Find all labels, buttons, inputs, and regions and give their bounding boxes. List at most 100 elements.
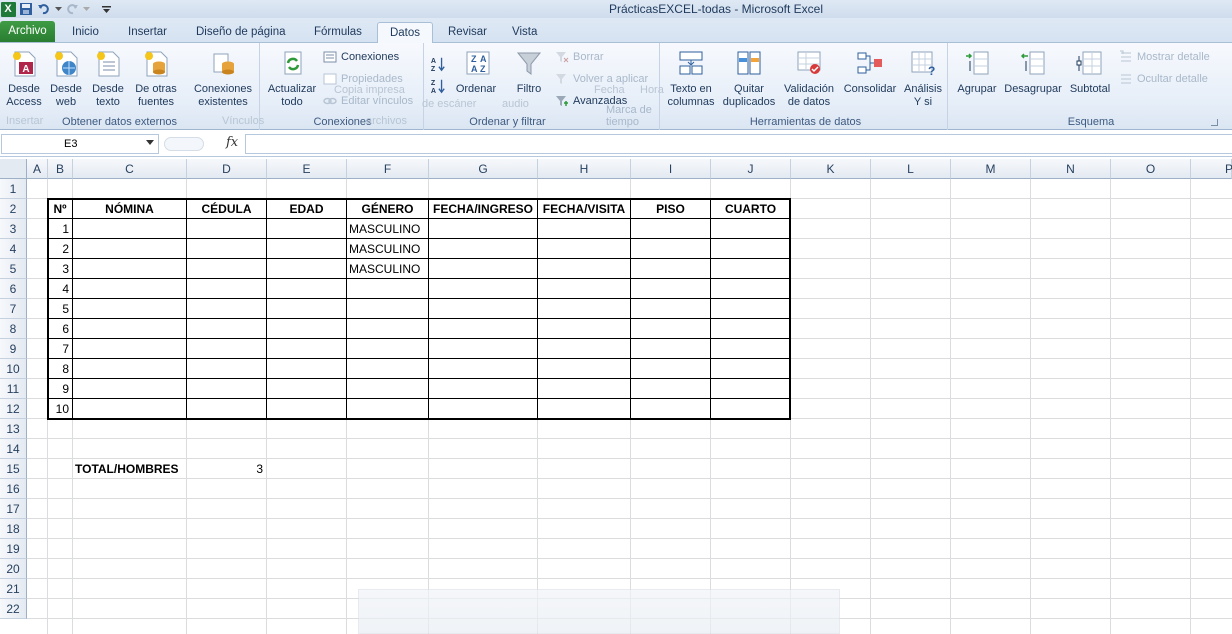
column-header-a[interactable]: A: [27, 159, 48, 179]
from-other-sources-button[interactable]: De otras fuentes: [130, 47, 182, 109]
formula-bar-resize-handle[interactable]: [164, 137, 204, 151]
show-detail-button[interactable]: Mostrar detalle: [1118, 48, 1210, 66]
cell-number[interactable]: 2: [48, 239, 72, 259]
column-header-i[interactable]: I: [631, 159, 711, 179]
cell-number[interactable]: 6: [48, 319, 72, 339]
column-header-d[interactable]: D: [187, 159, 267, 179]
row-header-3[interactable]: 3: [0, 219, 27, 239]
column-header-f[interactable]: F: [347, 159, 429, 179]
row-header-22[interactable]: 22: [0, 599, 27, 619]
header-cell-genero[interactable]: GÉNERO: [347, 199, 428, 219]
header-cell-nomina[interactable]: NÓMINA: [73, 199, 186, 219]
column-header-e[interactable]: E: [267, 159, 347, 179]
tab-datos[interactable]: Datos: [377, 22, 433, 44]
cell-number[interactable]: 1: [48, 219, 72, 239]
name-box-dropdown-icon[interactable]: [146, 140, 154, 145]
what-if-analysis-button[interactable]: ? Análisis Y si: [900, 47, 946, 109]
sort-za-button[interactable]: ZA: [430, 77, 449, 95]
from-text-button[interactable]: Desde texto: [88, 47, 128, 109]
header-cell-piso[interactable]: PISO: [631, 199, 710, 219]
cell-genero[interactable]: MASCULINO: [347, 219, 428, 239]
sort-button[interactable]: ZAAZ Ordenar: [452, 47, 500, 96]
total-hombres-value[interactable]: 3: [187, 459, 266, 479]
header-cell-edad[interactable]: EDAD: [267, 199, 346, 219]
row-header-21[interactable]: 21: [0, 579, 27, 599]
existing-connections-button[interactable]: Conexiones existentes: [188, 47, 258, 109]
column-header-n[interactable]: N: [1031, 159, 1111, 179]
row-header-7[interactable]: 7: [0, 299, 27, 319]
column-header-k[interactable]: K: [791, 159, 871, 179]
row-header-18[interactable]: 18: [0, 519, 27, 539]
cell-number[interactable]: 5: [48, 299, 72, 319]
clear-filter-button[interactable]: Borrar: [554, 48, 604, 66]
row-header-1[interactable]: 1: [0, 179, 27, 199]
tab-inicio[interactable]: Inicio: [64, 22, 107, 43]
subtotal-button[interactable]: Subtotal: [1064, 47, 1116, 96]
row-header-11[interactable]: 11: [0, 379, 27, 399]
select-all-corner[interactable]: [0, 159, 27, 179]
column-header-c[interactable]: C: [73, 159, 187, 179]
filter-button[interactable]: Filtro: [502, 47, 556, 96]
cell-number[interactable]: 10: [48, 399, 72, 419]
data-validation-button[interactable]: Validación de datos: [780, 47, 838, 109]
row-header-16[interactable]: 16: [0, 479, 27, 499]
column-header-l[interactable]: L: [871, 159, 951, 179]
row-header-15[interactable]: 15: [0, 459, 27, 479]
from-access-button[interactable]: A Desde Access: [4, 47, 44, 109]
column-header-g[interactable]: G: [429, 159, 538, 179]
dialog-launcher-icon[interactable]: [1211, 119, 1218, 126]
total-hombres-label[interactable]: TOTAL/HOMBRES: [73, 459, 186, 479]
column-header-p[interactable]: P: [1191, 159, 1232, 179]
cell-number[interactable]: 7: [48, 339, 72, 359]
refresh-all-button[interactable]: Actualizar todo: [264, 47, 320, 109]
column-header-j[interactable]: J: [711, 159, 791, 179]
tab-diseno-pagina[interactable]: Diseño de página: [188, 22, 294, 43]
header-cell-fecha-ingreso[interactable]: FECHA/INGRESO: [429, 199, 537, 219]
connections-button[interactable]: Conexiones: [322, 48, 399, 66]
cell-number[interactable]: 8: [48, 359, 72, 379]
sort-az-button[interactable]: AZ: [430, 55, 449, 73]
row-header-12[interactable]: 12: [0, 399, 27, 419]
tab-insertar[interactable]: Insertar: [120, 22, 175, 43]
row-header-19[interactable]: 19: [0, 539, 27, 559]
remove-duplicates-button[interactable]: Quitar duplicados: [720, 47, 778, 109]
tab-vista[interactable]: Vista: [504, 22, 545, 43]
row-header-8[interactable]: 8: [0, 319, 27, 339]
consolidate-button[interactable]: Consolidar: [840, 47, 900, 96]
text-to-columns-button[interactable]: Texto en columnas: [664, 47, 718, 109]
row-header-5[interactable]: 5: [0, 259, 27, 279]
column-header-b[interactable]: B: [48, 159, 73, 179]
row-header-14[interactable]: 14: [0, 439, 27, 459]
formula-input[interactable]: [245, 134, 1232, 154]
column-header-o[interactable]: O: [1111, 159, 1191, 179]
row-header-2[interactable]: 2: [0, 199, 27, 219]
cell-genero[interactable]: MASCULINO: [347, 259, 428, 279]
row-header-4[interactable]: 4: [0, 239, 27, 259]
header-cell-no[interactable]: Nº: [48, 199, 72, 219]
cell-genero[interactable]: MASCULINO: [347, 239, 428, 259]
row-header-6[interactable]: 6: [0, 279, 27, 299]
worksheet-grid[interactable]: A B C D E F G H I J K L M N O P 1 2 3 4 …: [0, 159, 1232, 634]
tab-formulas[interactable]: Fórmulas: [306, 22, 370, 43]
from-web-button[interactable]: Desde web: [46, 47, 86, 109]
cell-number[interactable]: 9: [48, 379, 72, 399]
insert-function-icon[interactable]: fx: [226, 135, 238, 150]
header-cell-cedula[interactable]: CÉDULA: [187, 199, 266, 219]
group-button[interactable]: Agrupar: [952, 47, 1002, 96]
header-cell-fecha-visita[interactable]: FECHA/VISITA: [538, 199, 630, 219]
cell-number[interactable]: 4: [48, 279, 72, 299]
hide-detail-button[interactable]: Ocultar detalle: [1118, 70, 1208, 88]
row-header-10[interactable]: 10: [0, 359, 27, 379]
tab-archivo[interactable]: Archivo: [0, 21, 55, 42]
column-header-m[interactable]: M: [951, 159, 1031, 179]
row-header-17[interactable]: 17: [0, 499, 27, 519]
tab-revisar[interactable]: Revisar: [440, 22, 495, 43]
row-header-13[interactable]: 13: [0, 419, 27, 439]
ungroup-button[interactable]: Desagrupar: [1002, 47, 1064, 96]
header-cell-cuarto[interactable]: CUARTO: [711, 199, 790, 219]
row-header-9[interactable]: 9: [0, 339, 27, 359]
column-header-h[interactable]: H: [538, 159, 631, 179]
name-box[interactable]: E3: [1, 134, 159, 154]
cell-number[interactable]: 3: [48, 259, 72, 279]
row-header-20[interactable]: 20: [0, 559, 27, 579]
